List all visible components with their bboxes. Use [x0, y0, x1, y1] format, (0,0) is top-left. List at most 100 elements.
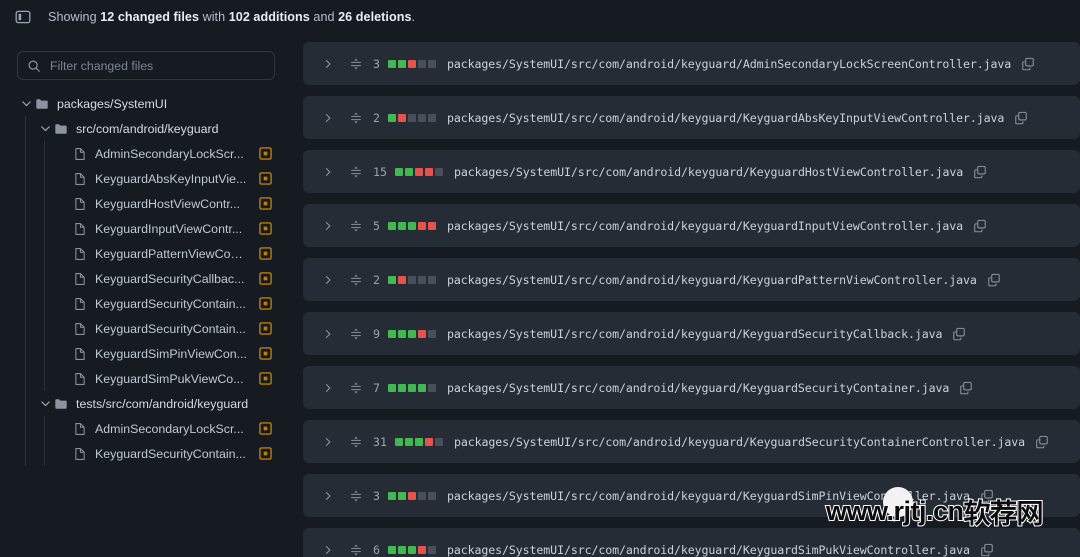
- tree-indent-guide: [44, 341, 45, 366]
- copy-path-icon[interactable]: [951, 326, 967, 342]
- diff-block-neutral: [427, 275, 436, 284]
- unviewed-square-icon[interactable]: [259, 197, 272, 210]
- folder-icon: [34, 96, 50, 112]
- tree-indent-guide: [25, 441, 26, 466]
- chevron-down-icon[interactable]: [18, 96, 34, 112]
- copy-path-icon[interactable]: [958, 380, 974, 396]
- unviewed-square-icon[interactable]: [259, 172, 272, 185]
- move-handle-icon[interactable]: [348, 326, 364, 342]
- chevron-down-icon[interactable]: [37, 121, 53, 137]
- copy-path-icon[interactable]: [1034, 434, 1050, 450]
- diff-block-neutral: [427, 59, 436, 68]
- changed-file-row[interactable]: 2 packages/SystemUI/src/com/android/keygu…: [303, 258, 1080, 301]
- diff-block-addition: [387, 491, 396, 500]
- file-icon: [72, 421, 88, 437]
- changed-file-row[interactable]: 3 packages/SystemUI/src/com/android/keygu…: [303, 474, 1080, 517]
- unviewed-square-icon[interactable]: [259, 447, 272, 460]
- copy-path-icon[interactable]: [979, 542, 995, 557]
- copy-path-icon[interactable]: [972, 218, 988, 234]
- tree-chevron-spacer: [56, 146, 72, 162]
- tree-indent-guide: [44, 166, 45, 191]
- unviewed-square-icon[interactable]: [259, 272, 272, 285]
- summary-and: and: [309, 10, 339, 24]
- tree-file-row[interactable]: KeyguardSecurityContain...: [0, 441, 295, 466]
- changed-file-row[interactable]: 9 packages/SystemUI/src/com/android/keygu…: [303, 312, 1080, 355]
- diff-block-addition: [397, 329, 406, 338]
- file-tree-sidebar: packages/SystemUI src/com/android/keyguar…: [0, 34, 295, 557]
- unviewed-square-icon[interactable]: [259, 422, 272, 435]
- sidebar-toggle-icon[interactable]: [13, 8, 32, 27]
- tree-indent-guide: [25, 241, 26, 266]
- chevron-right-icon[interactable]: [321, 543, 335, 557]
- move-handle-icon[interactable]: [348, 110, 364, 126]
- tree-file-row[interactable]: KeyguardHostViewContr...: [0, 191, 295, 216]
- move-handle-icon[interactable]: [348, 56, 364, 72]
- changed-file-row[interactable]: 3 packages/SystemUI/src/com/android/keygu…: [303, 42, 1080, 85]
- changed-file-row[interactable]: 2 packages/SystemUI/src/com/android/keygu…: [303, 96, 1080, 139]
- chevron-right-icon[interactable]: [321, 435, 335, 449]
- tree-file-row[interactable]: KeyguardSimPukViewCo...: [0, 366, 295, 391]
- copy-path-icon[interactable]: [1020, 56, 1036, 72]
- tree-folder-row[interactable]: tests/src/com/android/keyguard: [0, 391, 295, 416]
- copy-path-icon[interactable]: [986, 272, 1002, 288]
- unviewed-square-icon[interactable]: [259, 147, 272, 160]
- unviewed-square-icon[interactable]: [259, 247, 272, 260]
- chevron-right-icon[interactable]: [321, 489, 335, 503]
- changed-file-row[interactable]: 5 packages/SystemUI/src/com/android/keygu…: [303, 204, 1080, 247]
- move-handle-icon[interactable]: [348, 488, 364, 504]
- chevron-right-icon[interactable]: [321, 165, 335, 179]
- tree-folder-row[interactable]: src/com/android/keyguard: [0, 116, 295, 141]
- chevron-right-icon[interactable]: [321, 327, 335, 341]
- tree-folder-row[interactable]: packages/SystemUI: [0, 91, 295, 116]
- tree-file-row[interactable]: AdminSecondaryLockScr...: [0, 141, 295, 166]
- unviewed-square-icon[interactable]: [259, 322, 272, 335]
- tree-file-row[interactable]: KeyguardSecurityCallbac...: [0, 266, 295, 291]
- diff-block-addition: [394, 167, 403, 176]
- file-tree: packages/SystemUI src/com/android/keyguar…: [0, 91, 295, 466]
- tree-indent-guide: [44, 366, 45, 391]
- chevron-right-icon[interactable]: [321, 57, 335, 71]
- unviewed-square-icon[interactable]: [259, 347, 272, 360]
- tree-file-row[interactable]: KeyguardPatternViewCon...: [0, 241, 295, 266]
- tree-indent-guide: [44, 266, 45, 291]
- tree-file-row[interactable]: KeyguardAbsKeyInputVie...: [0, 166, 295, 191]
- tree-indent-guide: [44, 316, 45, 341]
- changed-file-row[interactable]: 15 packages/SystemUI/src/com/android/keyg…: [303, 150, 1080, 193]
- chevron-right-icon[interactable]: [321, 381, 335, 395]
- chevron-right-icon[interactable]: [321, 273, 335, 287]
- unviewed-square-icon[interactable]: [259, 297, 272, 310]
- move-handle-icon[interactable]: [348, 434, 364, 450]
- changed-file-row[interactable]: 7 packages/SystemUI/src/com/android/keygu…: [303, 366, 1080, 409]
- move-handle-icon[interactable]: [348, 542, 364, 557]
- tree-item-label: KeyguardSimPinViewCon...: [95, 346, 247, 361]
- tree-file-row[interactable]: AdminSecondaryLockScr...: [0, 416, 295, 441]
- changed-file-row[interactable]: 6 packages/SystemUI/src/com/android/keygu…: [303, 528, 1080, 557]
- tree-item-label: KeyguardPatternViewCon...: [95, 246, 247, 261]
- tree-file-row[interactable]: KeyguardInputViewContr...: [0, 216, 295, 241]
- search-input[interactable]: [50, 58, 250, 73]
- move-handle-icon[interactable]: [348, 272, 364, 288]
- file-path-label: packages/SystemUI/src/com/android/keygua…: [446, 542, 970, 557]
- unviewed-square-icon[interactable]: [259, 372, 272, 385]
- file-path-label: packages/SystemUI/src/com/android/keygua…: [453, 164, 964, 179]
- move-handle-icon[interactable]: [348, 380, 364, 396]
- tree-file-row[interactable]: KeyguardSimPinViewCon...: [0, 341, 295, 366]
- copy-path-icon[interactable]: [1013, 110, 1029, 126]
- folder-icon: [53, 396, 69, 412]
- chevron-right-icon[interactable]: [321, 111, 335, 125]
- copy-path-icon[interactable]: [972, 164, 988, 180]
- chevron-right-icon[interactable]: [321, 219, 335, 233]
- tree-file-row[interactable]: KeyguardSecurityContain...: [0, 291, 295, 316]
- changed-file-row[interactable]: 31 packages/SystemUI/src/com/android/keyg…: [303, 420, 1080, 463]
- change-count: 6: [373, 542, 380, 557]
- move-handle-icon[interactable]: [348, 218, 364, 234]
- diff-block-addition: [397, 545, 406, 554]
- copy-path-icon[interactable]: [979, 488, 995, 504]
- tree-item-label: tests/src/com/android/keyguard: [76, 396, 249, 411]
- file-path-label: packages/SystemUI/src/com/android/keygua…: [446, 488, 970, 503]
- chevron-down-icon[interactable]: [37, 396, 53, 412]
- unviewed-square-icon[interactable]: [259, 222, 272, 235]
- tree-file-row[interactable]: KeyguardSecurityContain...: [0, 316, 295, 341]
- filter-changed-files-box[interactable]: [17, 51, 275, 80]
- move-handle-icon[interactable]: [348, 164, 364, 180]
